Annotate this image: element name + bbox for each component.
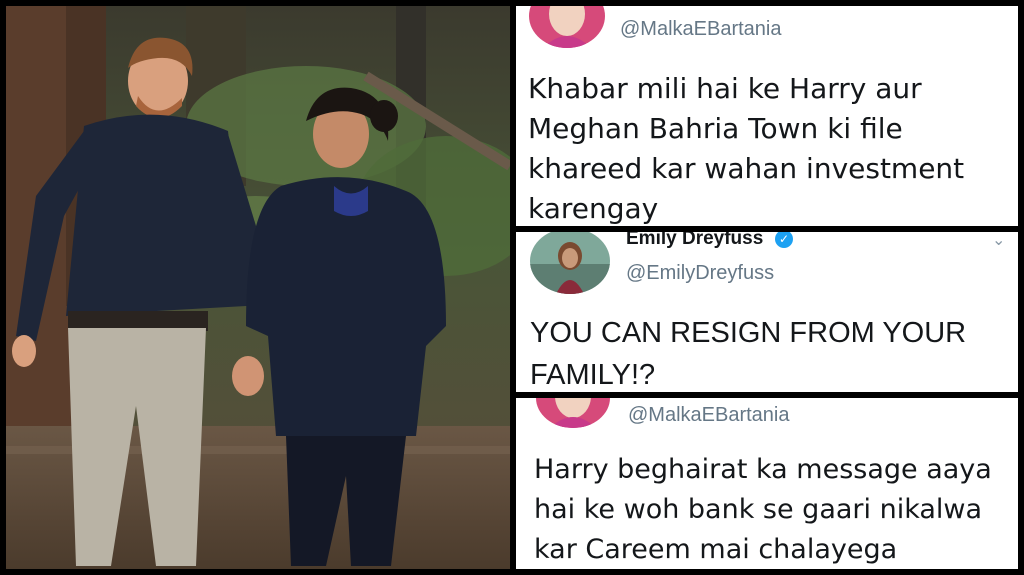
queen-avatar-icon: [536, 398, 610, 428]
queen-avatar[interactable]: [536, 398, 610, 428]
tweet-handle[interactable]: @MalkaEBartania: [628, 404, 789, 427]
tweet-text: Khabar mili hai ke Harry aur Meghan Bahr…: [528, 72, 965, 225]
tweet-text: Harry beghairat ka message aaya hai ke w…: [534, 454, 992, 565]
verified-badge-icon: ✓: [775, 232, 793, 248]
photo-illustration: [6, 6, 510, 569]
emily-avatar[interactable]: [530, 232, 610, 294]
tweet-text: YOU CAN RESIGN FROM YOUR FAMILY!?: [530, 317, 967, 391]
tweet-handle[interactable]: @MalkaEBartania: [620, 18, 781, 41]
tweet-card-malka-1[interactable]: @MalkaEBartania Khabar mili hai ke Harry…: [516, 6, 1018, 226]
chevron-down-icon[interactable]: ⌄: [992, 232, 1005, 250]
tweet-handle[interactable]: @EmilyDreyfuss: [626, 262, 774, 285]
tweet-card-emily[interactable]: Emily Dreyfuss ✓ ⌄ @EmilyDreyfuss YOU CA…: [516, 232, 1018, 392]
emily-avatar-icon: [530, 232, 610, 294]
tweet-card-malka-2[interactable]: @MalkaEBartania Harry beghairat ka messa…: [516, 398, 1018, 569]
queen-avatar-icon: [529, 6, 605, 48]
queen-avatar[interactable]: [529, 6, 605, 48]
tweet-display-name[interactable]: Emily Dreyfuss: [626, 232, 763, 250]
couple-walking-photo: [6, 6, 510, 569]
